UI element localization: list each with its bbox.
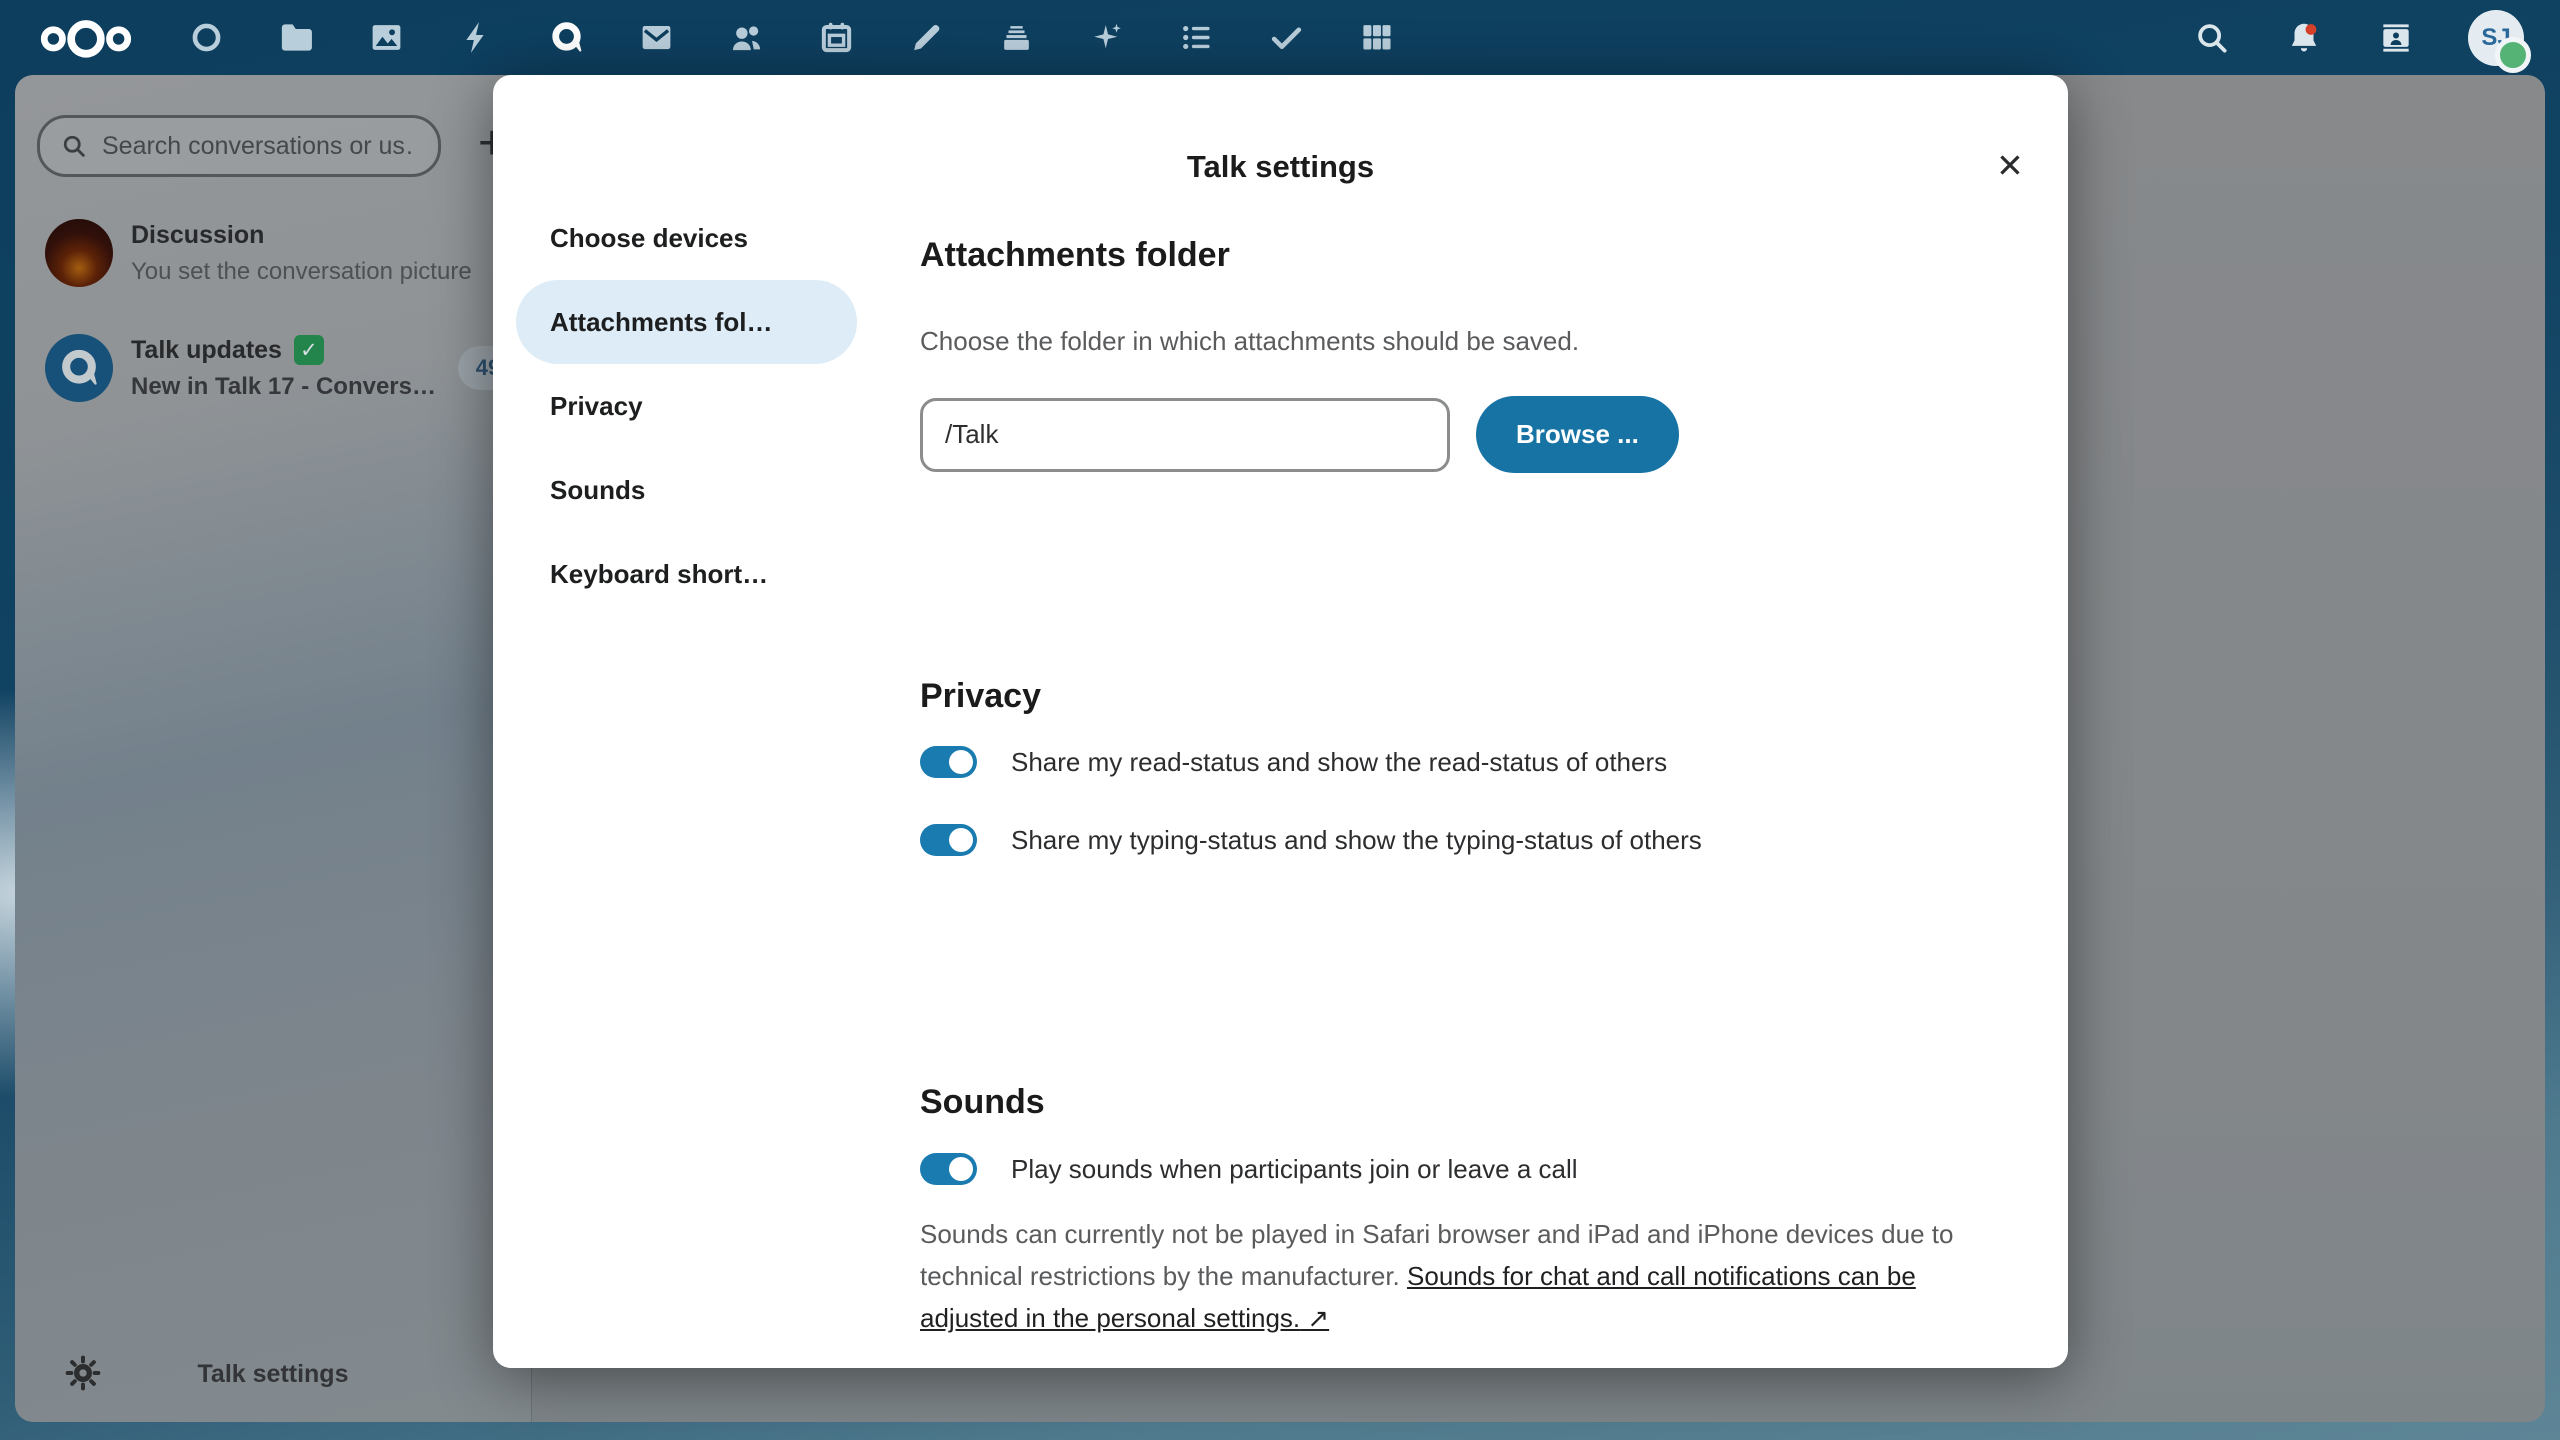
read-status-toggle[interactable] [920, 746, 977, 778]
talk-settings-dialog: Talk settings ✕ Choose devices Attachmen… [493, 75, 2068, 1368]
talk-icon[interactable] [546, 18, 586, 58]
assistant-icon[interactable] [1086, 18, 1126, 58]
top-bar-right: SJ [2192, 10, 2524, 66]
dialog-navigation: Choose devices Attachments fol… Privacy … [550, 196, 880, 616]
tasks-icon[interactable] [1176, 18, 1216, 58]
attachments-folder-description: Choose the folder in which attachments s… [920, 326, 1579, 357]
deck-icon[interactable] [996, 18, 1036, 58]
contacts-menu-icon[interactable] [2376, 18, 2416, 58]
sounds-heading: Sounds [920, 1083, 1045, 1122]
nav-item-choose-devices[interactable]: Choose devices [550, 196, 880, 280]
nav-item-sounds[interactable]: Sounds [550, 448, 880, 532]
user-avatar[interactable]: SJ [2468, 10, 2524, 66]
nav-item-keyboard-shortcuts[interactable]: Keyboard short… [550, 532, 880, 616]
play-sounds-label: Play sounds when participants join or le… [1011, 1154, 1578, 1185]
tables-icon[interactable] [1356, 18, 1396, 58]
attachments-folder-input[interactable] [920, 398, 1450, 472]
app: SJ + Discussion You set the conversation… [0, 0, 2560, 1440]
toggle-knob [949, 750, 973, 774]
read-status-label: Share my read-status and show the read-s… [1011, 747, 1667, 778]
nav-item-attachments-folder[interactable]: Attachments fol… [516, 280, 857, 364]
activity-icon[interactable] [456, 18, 496, 58]
typing-status-setting: Share my typing-status and show the typi… [920, 816, 1702, 864]
play-sounds-setting: Play sounds when participants join or le… [920, 1145, 1578, 1193]
external-link-arrow-icon[interactable]: ↗ [1300, 1303, 1329, 1333]
nav-item-privacy[interactable]: Privacy [550, 364, 880, 448]
attachments-folder-heading: Attachments folder [920, 236, 1230, 275]
read-status-setting: Share my read-status and show the read-s… [920, 738, 1667, 786]
top-bar: SJ [0, 0, 2560, 75]
sounds-note: Sounds can currently not be played in Sa… [920, 1213, 1960, 1339]
checks-icon[interactable] [1266, 18, 1306, 58]
play-sounds-toggle[interactable] [920, 1153, 977, 1185]
unified-search-icon[interactable] [2192, 18, 2232, 58]
photos-icon[interactable] [366, 18, 406, 58]
toggle-knob [949, 828, 973, 852]
mail-icon[interactable] [636, 18, 676, 58]
online-status-dot [2495, 37, 2531, 73]
attachments-folder-row: Browse ... [920, 396, 1679, 473]
privacy-heading: Privacy [920, 677, 1041, 716]
browse-button[interactable]: Browse ... [1476, 396, 1679, 473]
files-icon[interactable] [276, 18, 316, 58]
dashboard-icon[interactable] [186, 18, 226, 58]
app-navigation [186, 18, 1396, 58]
toggle-knob [949, 1157, 973, 1181]
contacts-icon[interactable] [726, 18, 766, 58]
typing-status-toggle[interactable] [920, 824, 977, 856]
notifications-bell-icon[interactable] [2284, 18, 2324, 58]
nextcloud-logo-icon [38, 12, 134, 64]
typing-status-label: Share my typing-status and show the typi… [1011, 825, 1702, 856]
calendar-icon[interactable] [816, 18, 856, 58]
dialog-content: Attachments folder Choose the folder in … [920, 75, 2018, 1368]
notes-icon[interactable] [906, 18, 946, 58]
